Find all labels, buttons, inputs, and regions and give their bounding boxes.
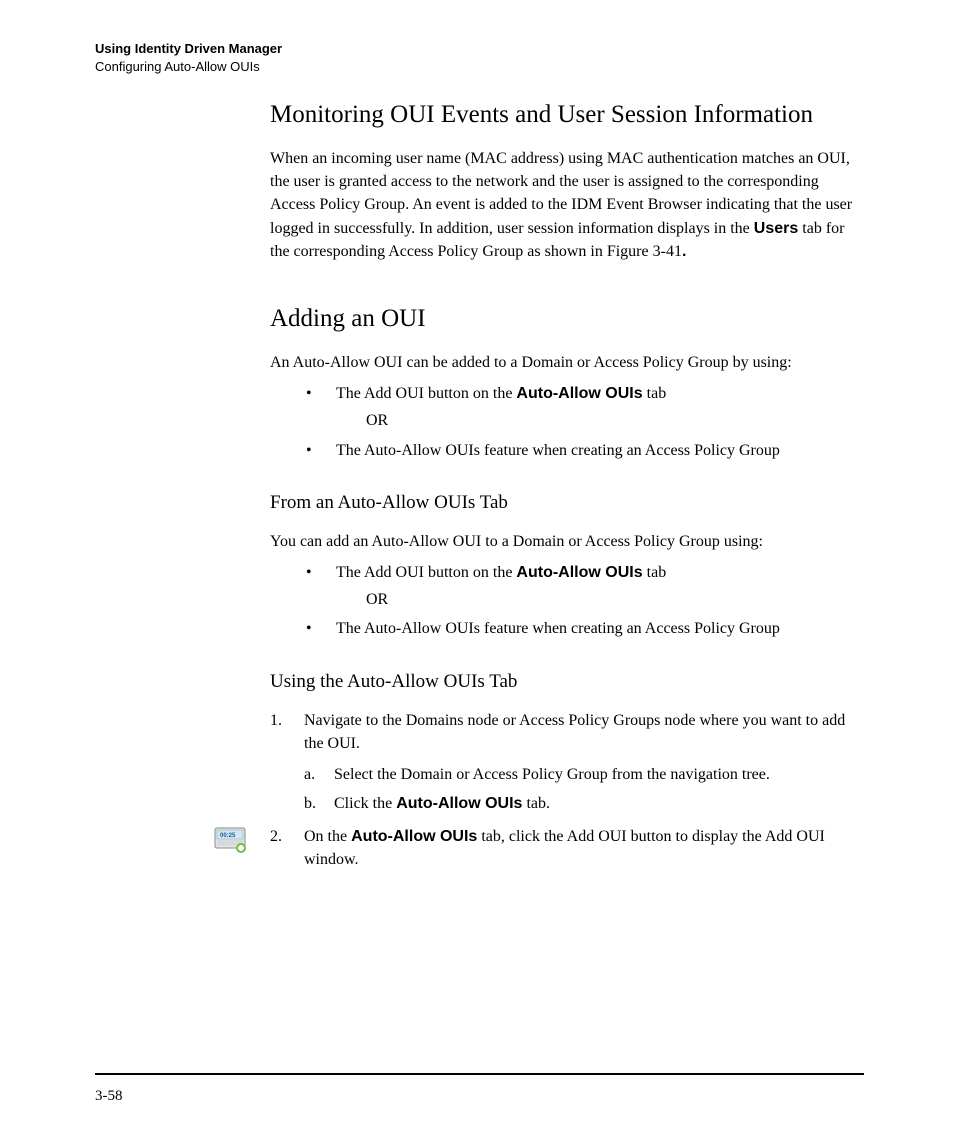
list-item: The Auto-Allow OUIs feature when creatin…	[270, 617, 864, 640]
page-number: 3-58	[95, 1088, 123, 1105]
add-oui-icon: 00:25	[214, 825, 248, 855]
adding-oui-bullets: The Add OUI button on the Auto-Allow OUI…	[270, 382, 864, 405]
main-content: Monitoring OUI Events and User Session I…	[270, 101, 864, 872]
svg-text:00:25: 00:25	[220, 833, 236, 839]
substep-b: b. Click the Auto-Allow OUIs tab.	[304, 792, 864, 815]
subheading-from-tab: From an Auto-Allow OUIs Tab	[270, 492, 864, 514]
adding-oui-bullets-2: The Auto-Allow OUIs feature when creatin…	[270, 439, 864, 462]
footer-rule	[95, 1073, 864, 1075]
header-title: Using Identity Driven Manager	[95, 40, 864, 58]
step-1-substeps: a. Select the Domain or Access Policy Gr…	[304, 763, 864, 815]
or-separator: OR	[366, 588, 864, 611]
from-tab-intro: You can add an Auto-Allow OUI to a Domai…	[270, 530, 864, 553]
list-item: The Add OUI button on the Auto-Allow OUI…	[270, 561, 864, 584]
section-monitoring-paragraph: When an incoming user name (MAC address)…	[270, 147, 864, 263]
list-item: The Auto-Allow OUIs feature when creatin…	[270, 439, 864, 462]
step-1: Navigate to the Domains node or Access P…	[270, 709, 864, 816]
subheading-using-tab: Using the Auto-Allow OUIs Tab	[270, 671, 864, 693]
header-subtitle: Configuring Auto-Allow OUIs	[95, 58, 864, 76]
running-header: Using Identity Driven Manager Configurin…	[95, 40, 864, 75]
or-separator: OR	[366, 409, 864, 432]
using-tab-steps: Navigate to the Domains node or Access P…	[270, 709, 864, 872]
step-2: 00:25 On the Auto-Allow OUIs tab, click …	[270, 825, 864, 871]
from-tab-bullets-2: The Auto-Allow OUIs feature when creatin…	[270, 617, 864, 640]
section-adding-oui-title: Adding an OUI	[270, 305, 864, 333]
from-tab-bullets: The Add OUI button on the Auto-Allow OUI…	[270, 561, 864, 584]
section-adding-oui-intro: An Auto-Allow OUI can be added to a Doma…	[270, 351, 864, 374]
list-item: The Add OUI button on the Auto-Allow OUI…	[270, 382, 864, 405]
section-monitoring-title: Monitoring OUI Events and User Session I…	[270, 101, 864, 129]
substep-a: a. Select the Domain or Access Policy Gr…	[304, 763, 864, 786]
